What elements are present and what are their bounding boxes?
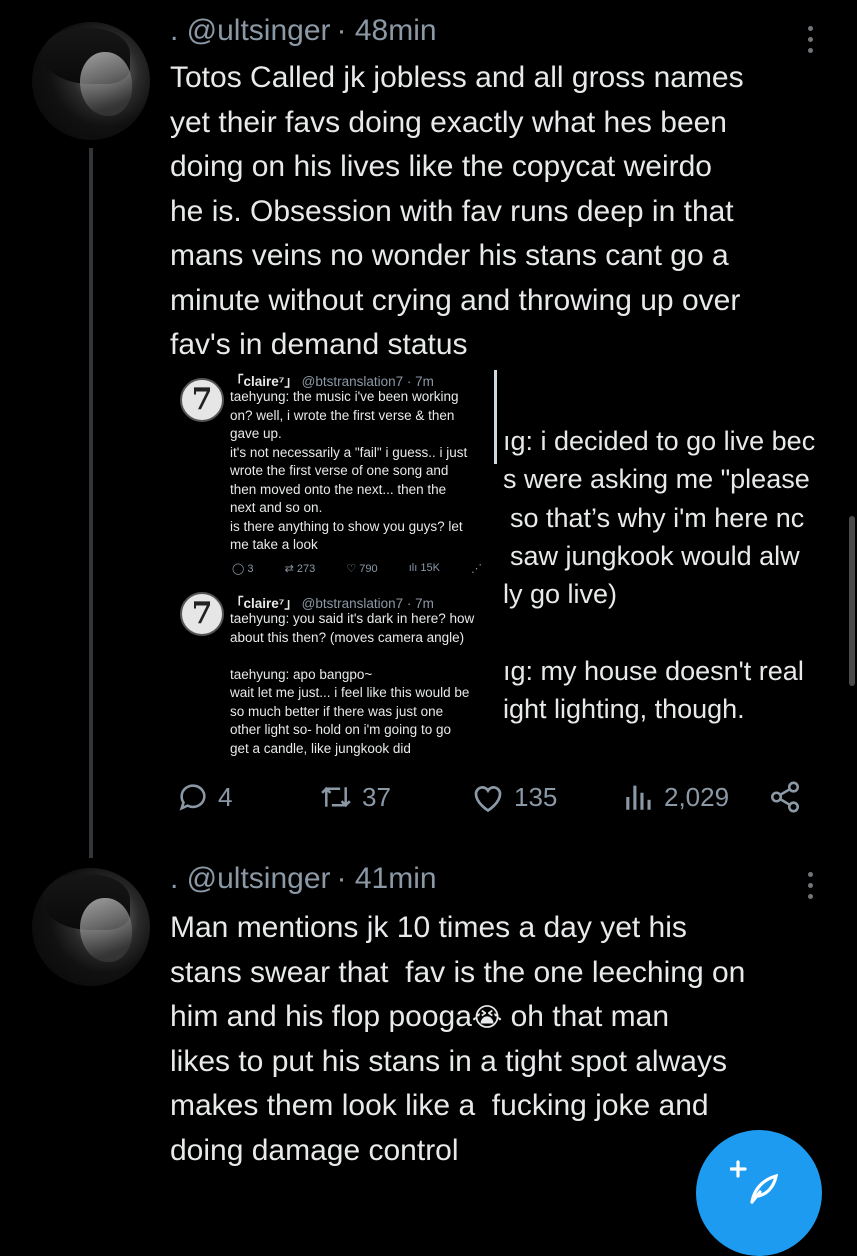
mini-view-count: ılı 15K: [408, 562, 440, 574]
user-handle[interactable]: . @ultsinger: [170, 862, 331, 896]
mini-repost-count: ⇄ 273: [284, 563, 316, 575]
tweet-media[interactable]: 7 「claire⁷」 @btstranslation7 · 7m taehyu…: [170, 370, 830, 760]
embedded-right-line: ly go live): [503, 579, 618, 609]
embedded-post-text: taehyung: you said it's dark in here? ho…: [230, 611, 475, 756]
embedded-right-line: s were asking me "please: [503, 464, 810, 494]
heart-icon: [470, 780, 506, 814]
share-icon: [768, 780, 802, 814]
timestamp[interactable]: · 41min: [337, 862, 437, 896]
tweet-header: . @ultsinger · 48min: [170, 14, 437, 48]
repost-count: 37: [362, 781, 391, 812]
embedded-right-line: ıg: i decided to go live bec: [503, 426, 816, 456]
embedded-right-line: so that’s why i'm here nc: [510, 503, 805, 533]
reply-button[interactable]: 4: [176, 780, 232, 814]
embedded-divider: [494, 370, 497, 464]
more-options-icon[interactable]: [808, 872, 814, 905]
repost-button[interactable]: 37: [318, 780, 391, 814]
like-count: 135: [514, 781, 558, 812]
view-count: 2,029: [664, 781, 730, 812]
compose-feather-icon: [729, 1160, 780, 1211]
share-button[interactable]: [768, 780, 802, 814]
embedded-post-header: 「claire⁷」 @btstranslation7 · 7m: [230, 374, 434, 389]
embedded-right-line: ıg: my house doesn't real: [503, 656, 804, 686]
compose-button[interactable]: [696, 1130, 822, 1256]
embedded-right-line: saw jungkook would alw: [510, 541, 800, 571]
views-button[interactable]: 2,029: [622, 780, 729, 814]
like-button[interactable]: 135: [470, 780, 557, 814]
avatar[interactable]: [32, 868, 150, 986]
embedded-avatar: 7: [180, 592, 224, 636]
timestamp[interactable]: · 48min: [337, 14, 437, 48]
repost-icon: [318, 780, 354, 814]
mini-reply-count: ◯ 3: [232, 563, 254, 575]
scrollbar[interactable]: [849, 516, 855, 686]
reply-count: 4: [218, 781, 233, 812]
thread-connector: [89, 148, 93, 858]
embedded-post-text: taehyung: the music i've been working on…: [230, 389, 468, 552]
user-handle[interactable]: . @ultsinger: [170, 14, 331, 48]
embedded-right-line: ight lighting, though.: [503, 694, 745, 724]
embedded-post-actions: ◯ 3 ⇄ 273 ♡ 790 ılı 15K ⋰: [232, 562, 482, 575]
crying-emoji: 😭: [471, 1002, 503, 1032]
tweet-header: . @ultsinger · 41min: [170, 862, 437, 896]
embedded-avatar: 7: [180, 378, 224, 422]
mini-like-count: ♡ 790: [346, 563, 378, 575]
mini-share-icon: ⋰: [471, 563, 482, 575]
views-icon: [622, 780, 656, 814]
more-options-icon[interactable]: [808, 26, 814, 59]
avatar[interactable]: [32, 22, 150, 140]
tweet-text: Totos Called jk jobless and all gross na…: [170, 61, 744, 361]
reply-icon: [176, 780, 210, 814]
embedded-post-header: 「claire⁷」 @btstranslation7 · 7m: [230, 596, 434, 611]
